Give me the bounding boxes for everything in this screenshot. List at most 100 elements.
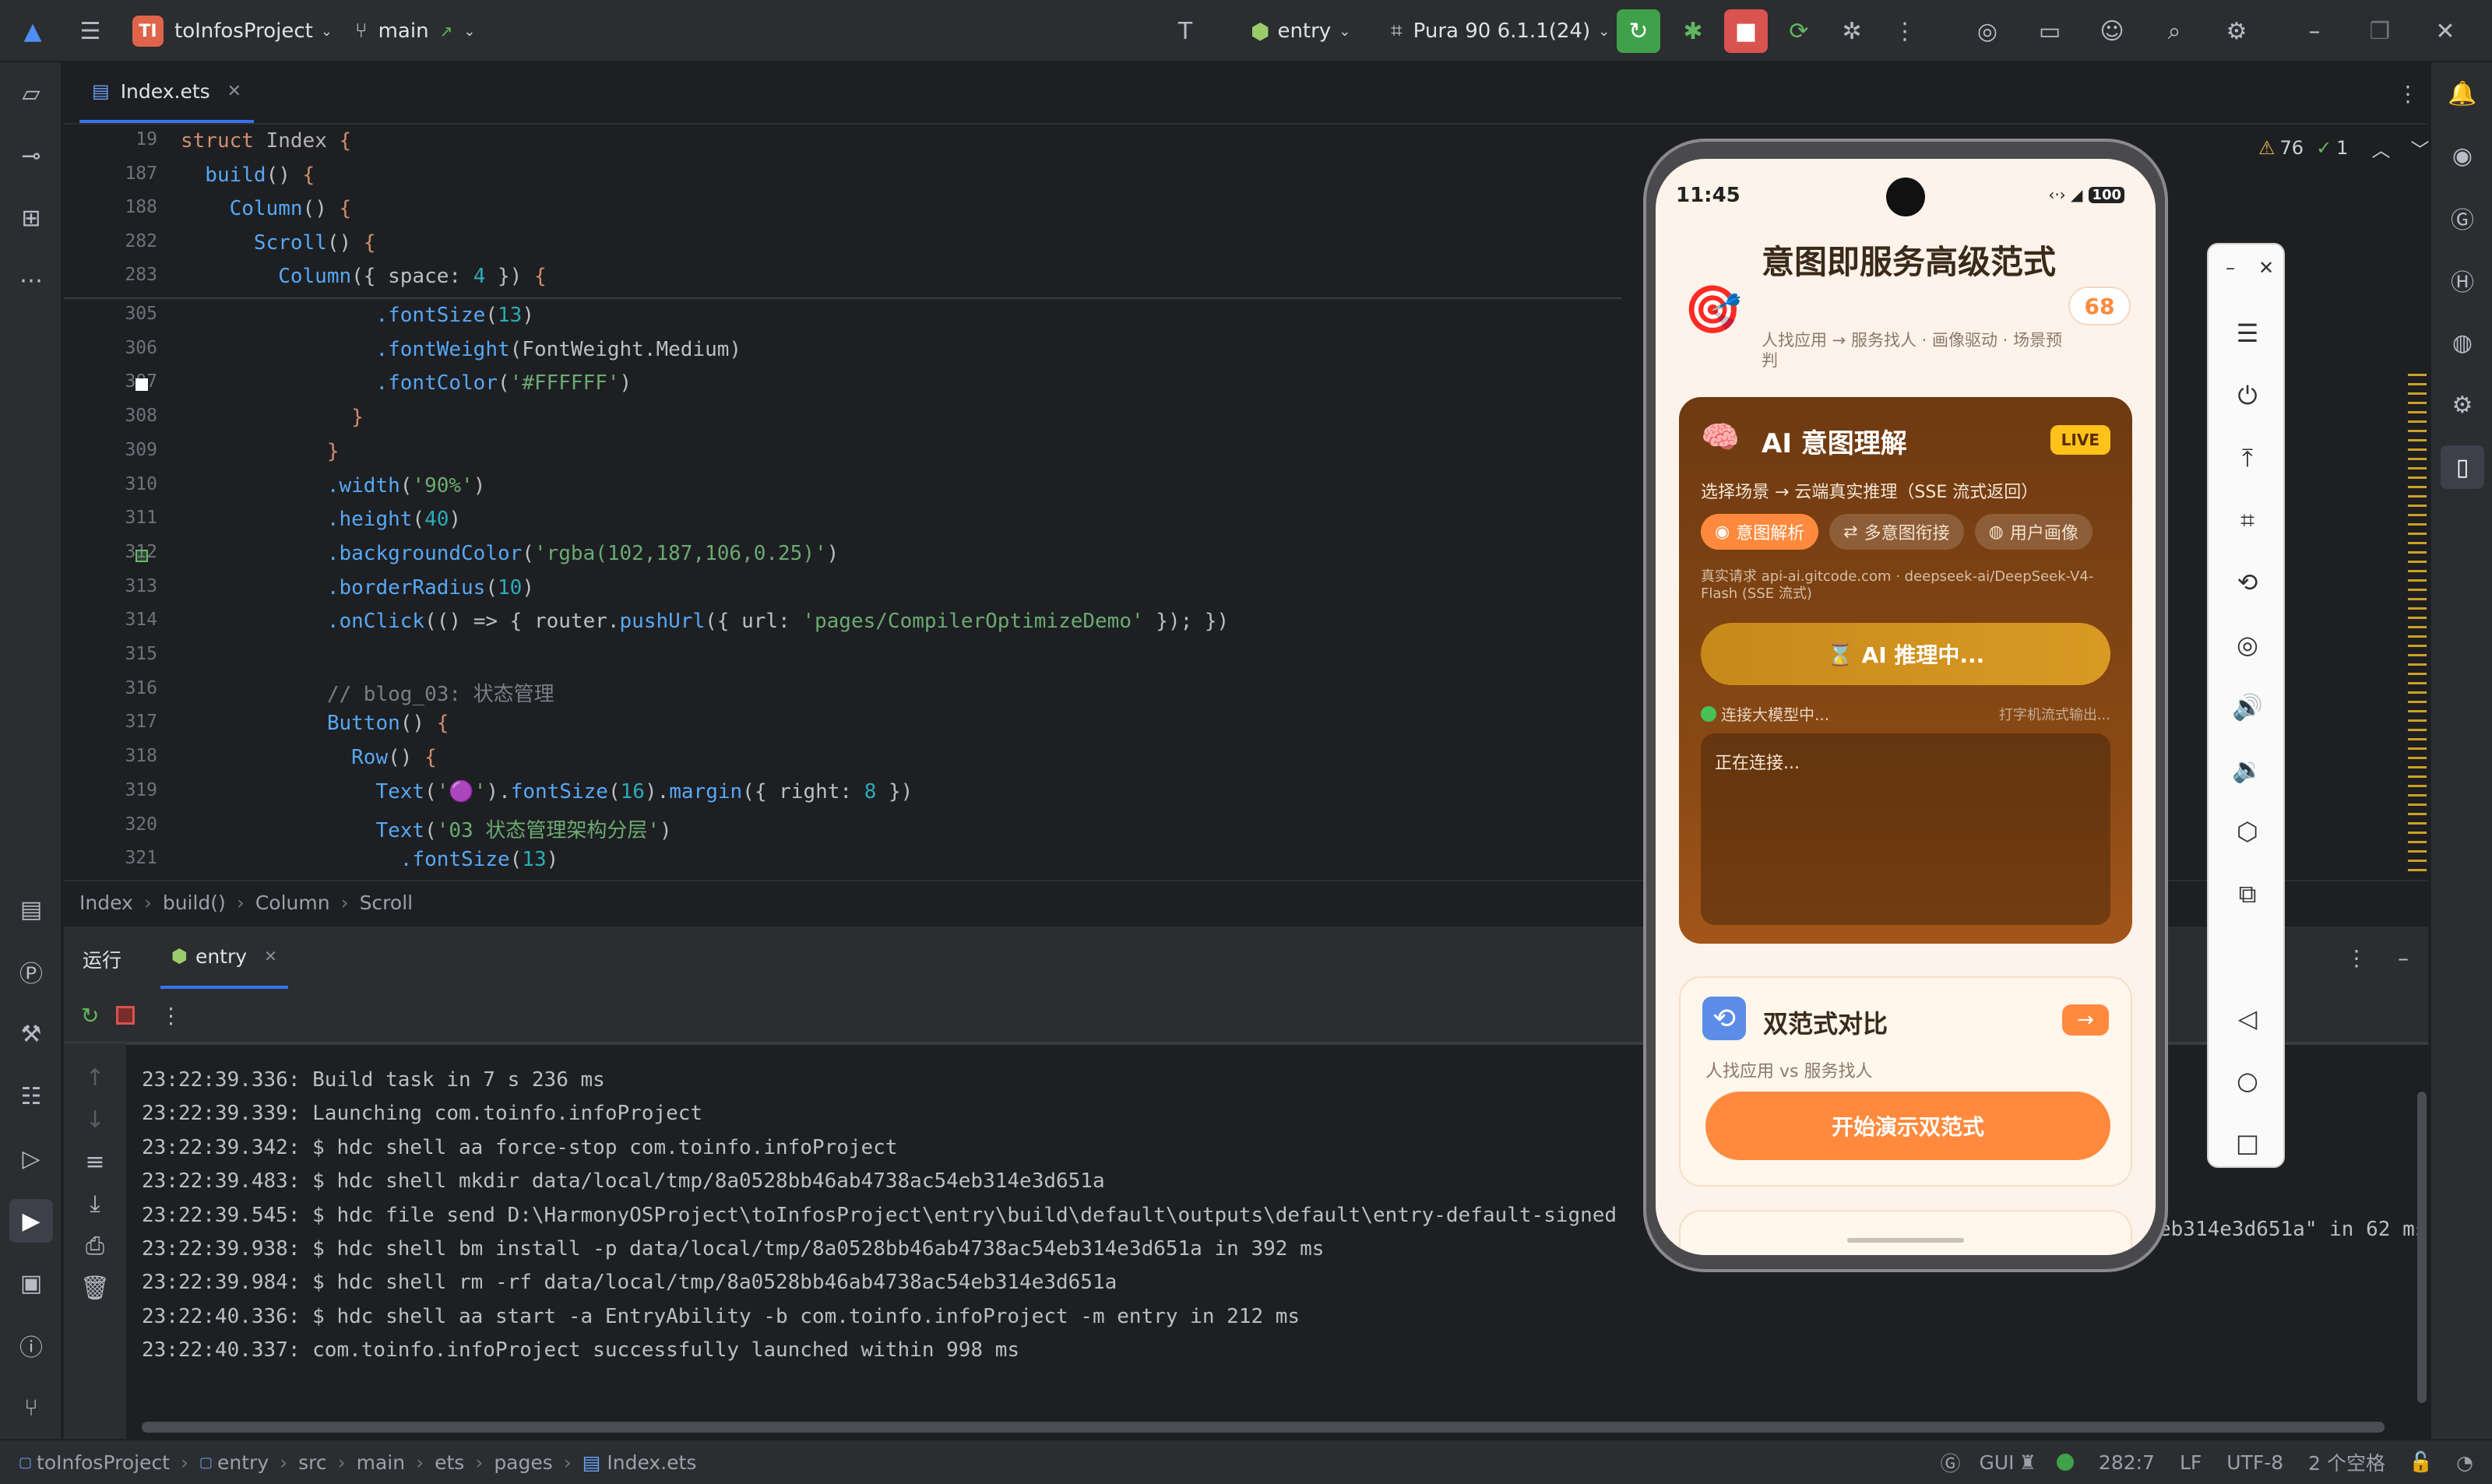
project-selector[interactable]: TI toInfosProject ⌄ (132, 12, 333, 50)
line-number[interactable]: 313 (64, 576, 157, 596)
line-number[interactable]: 283 (64, 265, 157, 285)
line-number[interactable]: 320 (64, 814, 157, 835)
stop-icon[interactable]: ■ (1724, 9, 1768, 53)
code-line[interactable]: .fontWeight(FontWeight.Medium) (181, 338, 741, 361)
notifications-icon[interactable]: 🔔 (2441, 72, 2484, 115)
problems-icon[interactable]: ⓘ (9, 1324, 53, 1367)
more-tools-icon[interactable]: ⋯ (9, 258, 53, 302)
minimize-window-icon[interactable]: – (2293, 9, 2336, 53)
scroll-to-end-icon[interactable]: ⤓ (73, 1182, 117, 1226)
account-icon[interactable]: ☺ (2090, 9, 2134, 53)
sticky-code-line[interactable]: build() { (181, 164, 315, 187)
chip-multi-intent[interactable]: ⇄ 多意图衔接 (1829, 514, 1964, 550)
rotate-icon[interactable]: ⟲ (2224, 559, 2271, 606)
code-line[interactable]: Text('🟣').fontSize(16).margin({ right: 8… (181, 780, 913, 804)
text-tool-icon[interactable]: T (1163, 9, 1207, 53)
line-number[interactable]: 188 (64, 197, 157, 217)
status-path-item[interactable]: main (357, 1451, 405, 1474)
search-icon[interactable]: ⌕ (2152, 9, 2196, 53)
pin-top-icon[interactable]: ⤒ (2224, 434, 2271, 481)
line-number[interactable]: 19 (64, 129, 157, 149)
todo-icon[interactable]: ☷ (9, 1074, 53, 1118)
console-line[interactable]: 23:22:39.984: $ hdc shell rm -rf data/lo… (142, 1271, 1117, 1294)
breadcrumb-item[interactable]: build() (163, 891, 226, 914)
code-line[interactable]: .onClick(() => { router.pushUrl({ url: '… (181, 610, 1229, 633)
chip-intent-parse[interactable]: ◉ 意图解析 (1701, 514, 1819, 550)
volume-up-icon[interactable]: 🔊 (2224, 684, 2271, 730)
multi-screen-icon[interactable]: ⧉ (2224, 870, 2271, 917)
soft-wrap-icon[interactable]: ≡ (73, 1140, 117, 1183)
memory-icon[interactable]: ◔ (2456, 1451, 2473, 1474)
console-line[interactable]: 23:22:40.337: com.toinfo.infoProject suc… (142, 1338, 1019, 1362)
database-icon[interactable]: ▤ (9, 888, 53, 931)
arrow-right-icon[interactable]: → (2062, 1004, 2109, 1036)
sticky-code-line[interactable]: struct Index { (181, 129, 351, 153)
sticky-code-line[interactable]: Column() { (181, 197, 352, 220)
device-mirror-icon[interactable]: ▯ (2441, 445, 2484, 489)
status-indent[interactable]: 2 个空格 (2308, 1448, 2385, 1476)
code-line[interactable]: } (181, 440, 340, 463)
volume-down-icon[interactable]: 🔉 (2224, 746, 2271, 793)
line-number[interactable]: 308 (64, 406, 157, 426)
codegenie-status-icon[interactable]: Ⓖ (1940, 1448, 1960, 1477)
close-icon[interactable]: ✕ (227, 82, 241, 101)
status-path-item[interactable]: src (298, 1451, 327, 1474)
code-editor[interactable]: 19 struct Index { 187 build() { 188 Column(… (64, 126, 1621, 880)
codegenie-icon[interactable]: Ⓖ (2441, 196, 2484, 240)
breadcrumb-item[interactable]: Scroll (360, 891, 414, 914)
preview-icon[interactable]: ◉ (2441, 134, 2484, 178)
status-mode[interactable]: GUI (1979, 1451, 2014, 1474)
settings-icon[interactable]: ⚙ (2215, 9, 2258, 53)
location-icon[interactable]: ◎ (2224, 621, 2271, 668)
code-body[interactable]: 305 .fontSize(13) 306 .fontWeight(FontWei… (64, 299, 1621, 880)
code-line[interactable]: // blog_03: 状态管理 (181, 678, 554, 707)
tabs-more-icon[interactable]: ⋮ (2392, 78, 2423, 109)
apply-changes-icon[interactable]: ⟳ (1777, 9, 1821, 53)
home-indicator[interactable] (1847, 1238, 1964, 1243)
status-encoding[interactable]: UTF-8 (2226, 1451, 2283, 1474)
profiler-icon[interactable]: ◎ (1966, 9, 2009, 53)
device-selector[interactable]: ⌗ Pura 90 6.1.1(24) ⌄ (1391, 12, 1610, 50)
code-line[interactable]: Text('03 状态管理架构分层') (181, 814, 671, 843)
score-badge[interactable]: 68 (2068, 287, 2131, 325)
chevron-up-icon[interactable]: ︿ (2371, 135, 2390, 162)
console-line[interactable]: 23:22:40.336: $ hdc shell aa start -a En… (142, 1305, 1300, 1328)
line-number[interactable]: 318 (64, 746, 157, 766)
restore-window-icon[interactable]: ❐ (2358, 9, 2402, 53)
console-line[interactable]: 23:22:39.545: $ hdc file send D:\Harmony… (142, 1204, 1617, 1227)
tab-index-ets[interactable]: ▤ Index.ets ✕ (79, 62, 255, 123)
vertical-scrollbar[interactable] (2417, 1092, 2427, 1403)
home-icon[interactable]: ○ (2224, 1057, 2271, 1104)
line-number[interactable]: 317 (64, 712, 157, 732)
code-line[interactable]: Button() { (181, 712, 449, 735)
rerun-icon[interactable]: ↻ (81, 1003, 99, 1029)
panel-options-icon[interactable]: ⋮ (2341, 942, 2372, 973)
scroll-down-icon[interactable]: ↓ (73, 1098, 117, 1141)
build-icon[interactable]: ⚒ (9, 1012, 53, 1056)
sticky-code-line[interactable]: Column({ space: 4 }) { (181, 265, 546, 288)
status-path-item[interactable]: entry (217, 1451, 269, 1474)
code-line[interactable]: .fontSize(13) (181, 848, 559, 871)
structure-icon[interactable]: ⊞ (9, 196, 53, 240)
code-line[interactable]: .borderRadius(10) (181, 576, 534, 600)
inspection-widget[interactable]: ⚠ 76 ✓ 1 ︿ ﹀ (2258, 134, 2429, 162)
line-number[interactable]: 187 (64, 164, 157, 184)
stop-icon[interactable] (116, 1006, 136, 1025)
console-line[interactable]: 23:22:39.342: $ hdc shell aa force-stop … (142, 1136, 898, 1159)
console-line[interactable]: 23:22:39.336: Build task in 7 s 236 ms (142, 1068, 605, 1092)
recents-icon[interactable]: □ (2224, 1120, 2271, 1166)
power-icon[interactable]: ⏻ (2224, 372, 2271, 419)
code-line[interactable]: .width('90%') (181, 474, 486, 498)
code-line[interactable]: .fontSize(13) (181, 304, 534, 327)
hide-panel-icon[interactable]: – (2388, 942, 2419, 973)
code-line[interactable]: .fontColor('#FFFFFF') (181, 371, 632, 395)
commit-icon[interactable]: ⊸ (9, 134, 53, 178)
status-path-item[interactable]: Index.ets (607, 1451, 696, 1474)
chevron-down-icon[interactable]: ﹀ (2410, 135, 2429, 162)
clear-all-icon[interactable]: 🗑 (73, 1266, 117, 1310)
print-icon[interactable]: ⎙ (73, 1224, 117, 1268)
console-line[interactable]: 23:22:39.938: $ hdc shell bm install -p … (142, 1237, 1324, 1261)
project-view-icon[interactable]: ▱ (9, 72, 53, 115)
line-number[interactable]: 306 (64, 338, 157, 358)
debug-icon[interactable]: ✱ (1671, 9, 1715, 53)
